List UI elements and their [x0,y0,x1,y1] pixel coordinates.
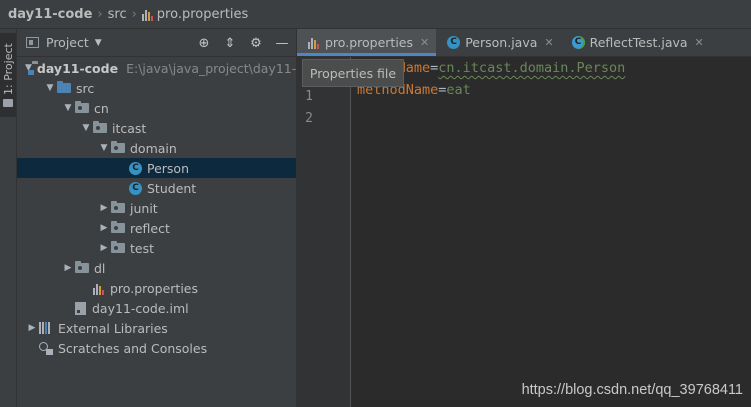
package-icon [111,201,125,213]
tool-window-strip: 1: Project [0,29,17,407]
source-folder-icon [57,81,71,93]
line-number: 1 [305,89,313,104]
tree-item[interactable]: ▼ itcast [17,118,296,138]
editor-tab[interactable]: C ReflectTest.java ✕ [561,29,711,56]
tree-item[interactable]: ▼ src [17,78,296,98]
tree-item-label: pro.properties [110,280,198,296]
properties-file-icon [141,8,154,21]
tree-item-label: Person [147,160,190,176]
tree-item-label: itcast [112,120,147,136]
chevron-down-icon[interactable]: ▼ [79,123,93,133]
breadcrumb-separator-icon: › [131,6,137,22]
chevron-down-icon[interactable]: ▼ [95,38,102,48]
scratches-icon [39,341,53,355]
tree-item[interactable]: ▼ day11-code E:\java\java_project\day11-c [17,58,296,78]
breadcrumb-folder[interactable]: src [108,7,127,22]
project-view-title[interactable]: Project [46,35,89,50]
tree-item[interactable]: ▼ cn [17,98,296,118]
close-icon[interactable]: ✕ [544,36,553,49]
breadcrumb-separator-icon: › [97,6,103,22]
property-value: eat [446,82,471,98]
tree-item-label: day11-code [36,60,119,76]
editor-tab-bar: pro.properties ✕ C Person.java ✕ C ReflectTest… [297,29,751,57]
tree-item[interactable]: C Student [17,178,296,198]
tree-item[interactable]: C Person [17,158,296,178]
tree-item-label: cn [94,100,109,116]
properties-file-icon [93,282,105,295]
tree-item-label: Student [147,180,197,196]
line-number: 2 [305,111,313,126]
editor-tab-label: Person.java [465,35,538,50]
tree-item-label: domain [130,140,177,156]
chevron-down-icon[interactable]: ▼ [97,143,111,153]
tree-item-label: junit [130,200,158,216]
chevron-right-icon[interactable]: ▶ [61,263,75,273]
chevron-right-icon[interactable]: ▶ [97,223,111,233]
tree-item[interactable]: ▶ External Libraries [17,318,296,338]
java-class-icon: C [447,36,461,49]
tree-item-label: test [130,240,155,256]
package-icon [75,261,89,273]
chevron-down-icon[interactable]: ▼ [61,103,75,113]
package-icon [75,101,89,113]
chevron-right-icon[interactable]: ▶ [25,323,39,333]
project-tool-window-tab[interactable]: 1: Project [0,33,16,117]
editor-tab-label: pro.properties [325,35,413,50]
project-panel-header: Project ▼ ⊕ ⇕ ⚙ — [17,29,296,57]
tree-item[interactable]: ▼ domain [17,138,296,158]
folder-icon [3,99,13,107]
collapse-icon[interactable]: ⇕ [222,36,238,51]
package-icon [93,121,107,133]
java-class-icon: C [129,161,142,175]
chevron-right-icon[interactable]: ▶ [97,243,111,253]
globe-icon[interactable]: ⊕ [196,36,212,51]
libraries-icon [39,322,53,334]
tree-item-label: day11-code.iml [92,300,189,316]
project-panel: Project ▼ ⊕ ⇕ ⚙ — ▼ day11-code E:\java\jav… [17,29,297,407]
module-path: E:\java\java_project\day11-c [126,60,296,76]
close-icon[interactable]: ✕ [695,36,704,49]
tree-item[interactable]: ▶ reflect [17,218,296,238]
chevron-right-icon[interactable]: ▶ [97,203,111,213]
tree-item-label: reflect [130,220,170,236]
tree-item[interactable]: ▶ test [17,238,296,258]
navigation-bar: day11-code › src › pro.properties [0,0,751,29]
tree-item-label: Scratches and Consoles [58,340,208,356]
module-file-icon [75,301,86,315]
close-icon[interactable]: ✕ [420,36,429,49]
breadcrumb-file[interactable]: pro.properties [157,7,249,22]
editor-tab[interactable]: pro.properties ✕ [297,29,437,56]
editor-tab-label: ReflectTest.java [589,35,688,50]
properties-file-icon [308,36,320,49]
editor-tab[interactable]: C Person.java ✕ [436,29,560,56]
panel-toolbar: ⊕ ⇕ ⚙ — [196,29,290,57]
property-value: cn.itcast.domain.Person [438,60,626,76]
tree-item-label: External Libraries [58,320,168,336]
breadcrumb-project[interactable]: day11-code [8,7,92,22]
tree-item-label: src [76,80,95,96]
project-view-icon [26,37,39,48]
package-icon [111,241,125,253]
tab-tooltip: Properties file [302,59,404,87]
runnable-class-icon: C [571,36,585,49]
package-icon [111,221,125,233]
chevron-down-icon[interactable]: ▼ [43,83,57,93]
line-number-gutter: 1 2 [297,57,351,407]
tree-item[interactable]: ▶ dl [17,258,296,278]
minimize-icon[interactable]: — [274,36,290,51]
watermark: https://blog.csdn.net/qq_39768411 [521,382,743,398]
tree-item[interactable]: pro.properties [17,278,296,298]
package-icon [111,141,125,153]
java-class-icon: C [129,181,142,195]
tree-item[interactable]: day11-code.iml [17,298,296,318]
tree-item[interactable]: ▶ junit [17,198,296,218]
gear-icon[interactable]: ⚙ [248,36,264,51]
tree-item-label: dl [94,260,106,276]
project-tab-label: 1: Project [2,43,15,95]
tree-item[interactable]: Scratches and Consoles [17,338,296,358]
